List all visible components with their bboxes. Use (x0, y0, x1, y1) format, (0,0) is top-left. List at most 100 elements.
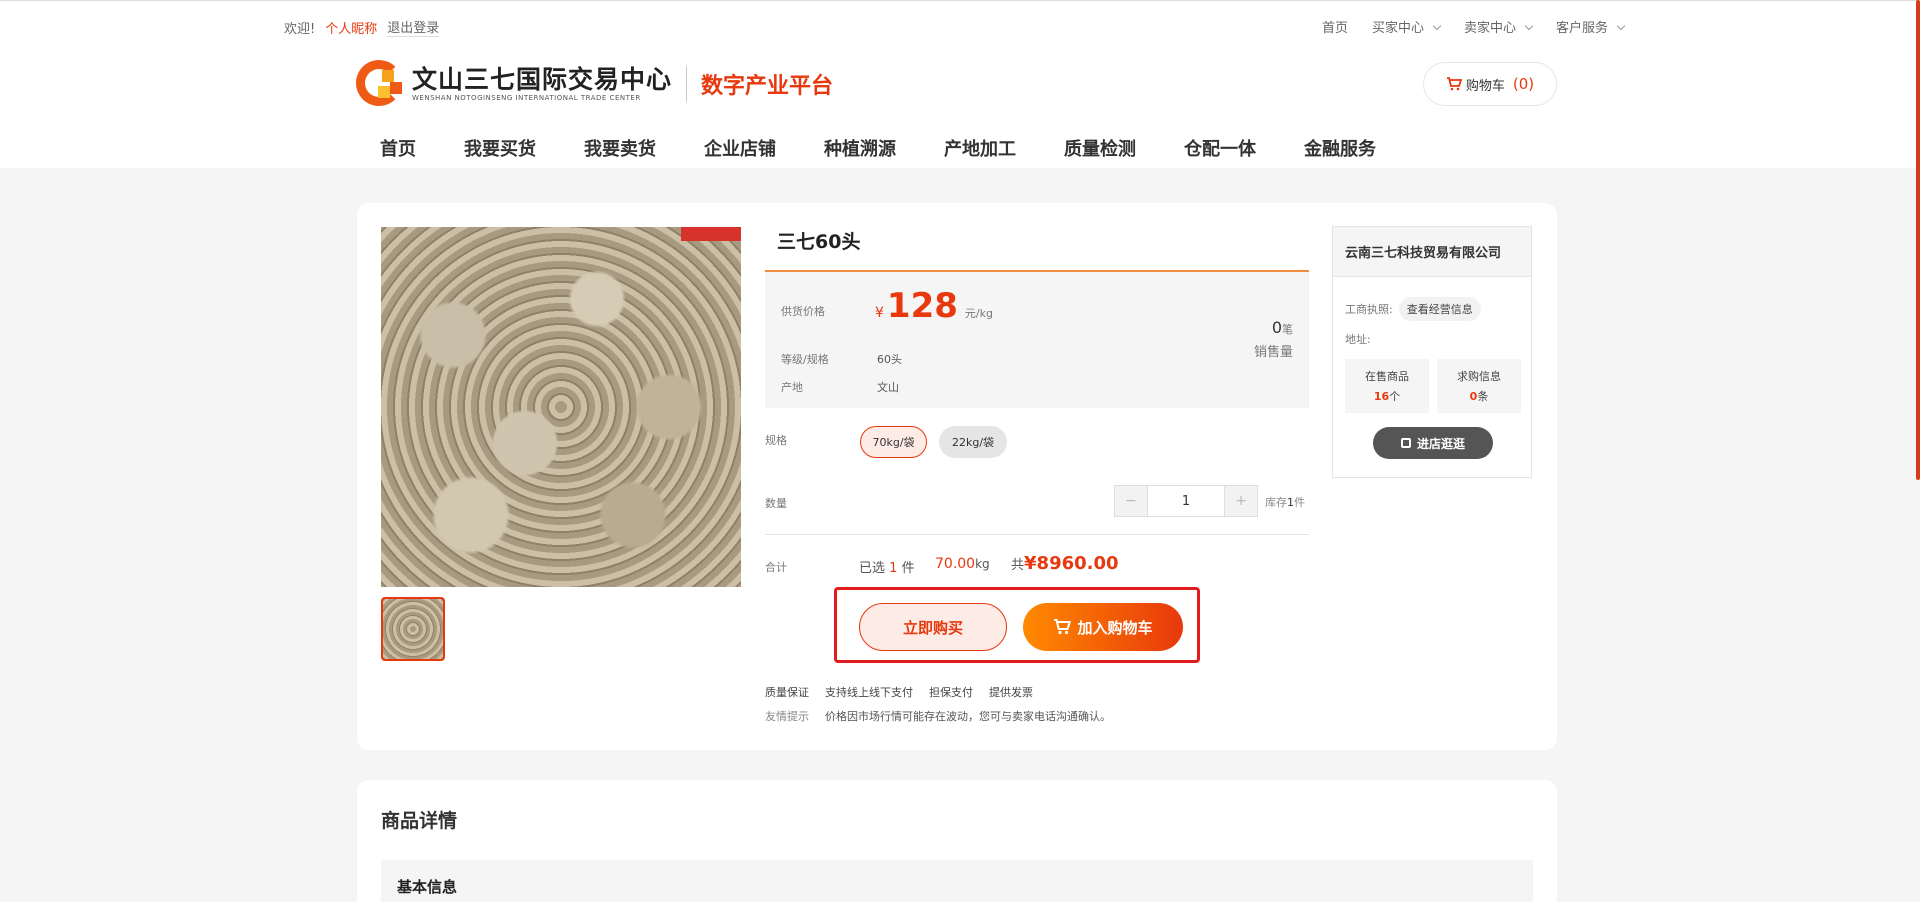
selected-unit: 件 (901, 561, 915, 576)
total-price: ¥8960.00 (1024, 553, 1119, 574)
spec-option-22kg[interactable]: 22kg/袋 (939, 426, 1007, 458)
detail-card: 商品详情 基本信息 (357, 780, 1557, 902)
nav-item-shops[interactable]: 企业店铺 (704, 135, 776, 161)
stock-unit: 件 (1294, 496, 1305, 509)
purchase-unit: 条 (1477, 390, 1489, 403)
guarantee-item: 支持线上线下支付 (825, 686, 913, 699)
enter-shop-button[interactable]: 进店逛逛 (1373, 427, 1493, 459)
origin-value: 文山 (877, 381, 899, 394)
on-sale-unit: 个 (1389, 390, 1401, 403)
platform-name: 数字产业平台 (701, 74, 834, 99)
shop-panel: 云南三七科技贸易有限公司 工商执照: 查看经营信息 地址: 在售商品 16个 求… (1332, 226, 1532, 478)
weight-summary: 70.00kg (935, 556, 990, 572)
logo-en-text: WENSHAN NOTOGINSENG INTERNATIONAL TRADE … (412, 94, 641, 102)
purchase-stat[interactable]: 求购信息 0条 (1437, 359, 1521, 413)
nav-item-quality[interactable]: 质量检测 (1064, 135, 1136, 161)
origin-label: 产地 (781, 381, 803, 394)
nav-item-sell[interactable]: 我要卖货 (584, 135, 656, 161)
sales-label: 销售量 (1253, 345, 1293, 360)
cart-label: 购物车 (1465, 78, 1505, 94)
site-logo[interactable]: 文山三七国际交易中心 WENSHAN NOTOGINSENG INTERNATI… (356, 60, 833, 108)
license-label: 工商执照: (1345, 303, 1393, 316)
price-display: ¥ 128 元/kg (875, 286, 993, 326)
tips-label: 友情提示 (765, 710, 809, 723)
selected-prefix: 已选 (859, 561, 886, 576)
tips-text: 价格因市场行情可能存在波动，您可与卖家电话沟通确认。 (825, 710, 1111, 723)
quantity-input[interactable]: 1 (1147, 486, 1225, 516)
cart-count: (0) (1512, 75, 1535, 93)
welcome-area: 欢迎! 个人昵称 退出登录 (284, 17, 440, 37)
logo-icon (356, 60, 404, 108)
logo-cn-text: 文山三七国际交易中心 (412, 65, 673, 94)
nickname-link[interactable]: 个人昵称 (325, 18, 377, 37)
nav-item-traceability[interactable]: 种植溯源 (824, 135, 896, 161)
selected-count: 1 (889, 561, 898, 576)
guarantee-item: 提供发票 (989, 686, 1033, 699)
welcome-text: 欢迎! (284, 21, 316, 37)
quantity-minus-button[interactable]: − (1115, 486, 1147, 516)
nav-item-finance[interactable]: 金融服务 (1304, 135, 1376, 161)
grade-value: 60头 (877, 353, 902, 366)
cart-icon (1446, 77, 1462, 91)
top-links: 首页 买家中心 卖家中心 客户服务 (1322, 17, 1624, 36)
sales-unit: 笔 (1282, 323, 1293, 336)
on-sale-stat[interactable]: 在售商品 16个 (1345, 359, 1429, 413)
tips-row: 友情提示 价格因市场行情可能存在波动，您可与卖家电话沟通确认。 (765, 708, 1111, 724)
address-label: 地址: (1345, 333, 1371, 346)
basic-info-title: 基本信息 (397, 878, 458, 896)
main-nav: 首页 我要买货 我要卖货 企业店铺 种植溯源 产地加工 质量检测 仓配一体 金融… (380, 135, 1376, 161)
cart-button[interactable]: 购物车 (0) (1423, 62, 1557, 106)
shop-icon (1400, 438, 1411, 448)
grade-label: 等级/规格 (781, 353, 829, 366)
header: 文山三七国际交易中心 WENSHAN NOTOGINSENG INTERNATI… (0, 48, 1920, 168)
license-row: 工商执照: 查看经营信息 (1345, 297, 1481, 321)
purchase-label: 求购信息 (1457, 370, 1501, 383)
guarantee-item: 担保支付 (929, 686, 973, 699)
total-prefix: 共 (1011, 558, 1025, 573)
stock-value: 1 (1287, 496, 1294, 509)
top-link-seller-center[interactable]: 卖家中心 (1464, 17, 1532, 36)
page-scrollbar[interactable] (1916, 0, 1920, 480)
total-summary: 共¥8960.00 (1011, 553, 1119, 574)
price-value: 128 (886, 286, 958, 326)
quantity-label: 数量 (765, 497, 787, 510)
nav-item-buy[interactable]: 我要买货 (464, 135, 536, 161)
product-main-image[interactable] (381, 227, 741, 587)
view-business-info-link[interactable]: 查看经营信息 (1398, 297, 1481, 321)
nav-item-processing[interactable]: 产地加工 (944, 135, 1016, 161)
selected-summary: 已选 1 件 (859, 557, 915, 576)
price-symbol: ¥ (875, 305, 884, 321)
shop-name[interactable]: 云南三七科技贸易有限公司 (1333, 227, 1531, 277)
top-link-buyer-center[interactable]: 买家中心 (1372, 17, 1440, 36)
top-link-customer-service[interactable]: 客户服务 (1556, 17, 1624, 36)
stock-info: 库存1件 (1265, 494, 1305, 510)
price-panel: 供货价格 ¥ 128 元/kg 等级/规格 60头 产地 文山 0笔 销售量 (765, 272, 1309, 408)
enter-shop-label: 进店逛逛 (1416, 436, 1465, 451)
top-link-home[interactable]: 首页 (1322, 17, 1348, 36)
nav-item-logistics[interactable]: 仓配一体 (1184, 135, 1256, 161)
guarantee-label: 质量保证 (765, 686, 809, 699)
weight-unit: kg (975, 557, 990, 571)
guarantee-row: 质量保证 支持线上线下支付 担保支付 提供发票 (765, 684, 1033, 700)
highlight-box (834, 587, 1200, 663)
price-unit: 元/kg (964, 307, 993, 320)
logo-divider (686, 66, 688, 102)
top-bar: 欢迎! 个人昵称 退出登录 首页 买家中心 卖家中心 客户服务 (0, 0, 1920, 48)
divider (765, 534, 1309, 535)
total-label: 合计 (765, 561, 787, 574)
product-thumbnail[interactable] (381, 597, 445, 661)
price-label: 供货价格 (781, 305, 825, 318)
on-sale-count: 16 (1373, 390, 1390, 403)
product-card: 三七60头 供货价格 ¥ 128 元/kg 等级/规格 60头 产地 文山 0笔… (357, 203, 1557, 750)
spec-option-70kg[interactable]: 70kg/袋 (860, 426, 927, 458)
quantity-plus-button[interactable]: + (1225, 486, 1257, 516)
weight-value: 70.00 (935, 556, 976, 572)
logout-link[interactable]: 退出登录 (387, 17, 440, 37)
stock-prefix: 库存 (1265, 496, 1287, 509)
sales-volume: 0笔 销售量 (1254, 318, 1293, 360)
detail-title: 商品详情 (381, 810, 458, 832)
nav-item-home[interactable]: 首页 (380, 135, 416, 161)
spec-label: 规格 (765, 434, 787, 447)
sales-count: 0 (1271, 318, 1282, 337)
quantity-stepper: − 1 + (1114, 485, 1258, 517)
